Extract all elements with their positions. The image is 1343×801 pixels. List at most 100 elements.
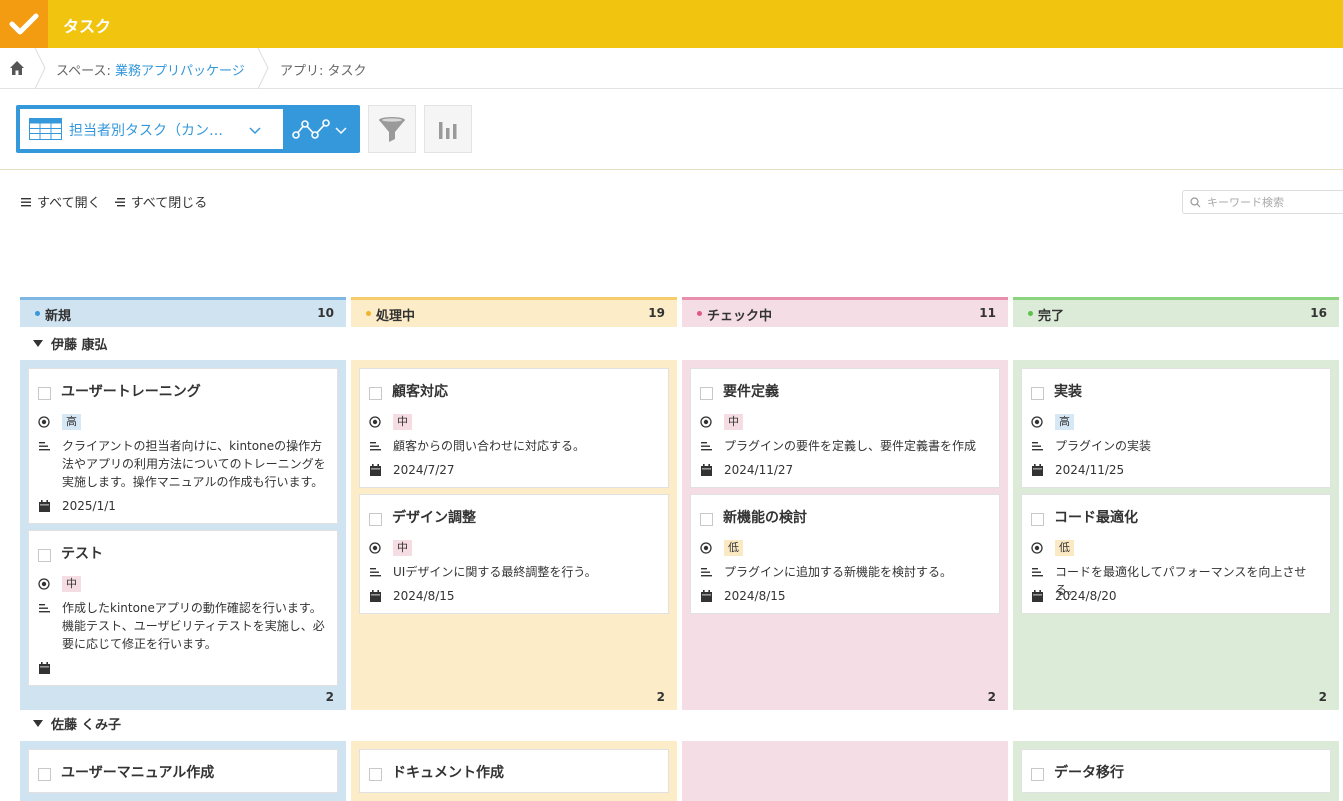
- expand-all-button[interactable]: すべて開く: [20, 192, 101, 211]
- task-card[interactable]: データ移行: [1021, 749, 1331, 793]
- card-title[interactable]: 顧客対応: [392, 381, 448, 401]
- breadcrumb-space[interactable]: スペース: 業務アプリパッケージ: [56, 60, 245, 79]
- priority-badge: 低: [724, 540, 743, 556]
- task-card[interactable]: 要件定義中プラグインの要件を定義し、要件定義書を作成 2024/11/27: [690, 368, 1000, 488]
- card-priority: 中: [368, 413, 412, 431]
- task-card[interactable]: 実装高プラグインの実装 2024/11/25: [1021, 368, 1331, 488]
- column-name: 処理中: [376, 309, 416, 324]
- task-card[interactable]: 新機能の検討低プラグインに追加する新機能を検討する。 2024/8/15: [690, 494, 1000, 614]
- card-checkbox[interactable]: [1031, 387, 1044, 400]
- card-title[interactable]: データ移行: [1054, 762, 1124, 782]
- description-text: 顧客からの問い合わせに対応する。: [393, 439, 586, 453]
- triangle-down-icon: [33, 340, 43, 347]
- card-priority: 低: [699, 539, 743, 557]
- priority-badge: 中: [62, 576, 81, 592]
- card-date: 2025/1/1: [37, 497, 116, 515]
- priority-icon: [1030, 413, 1044, 431]
- card-title[interactable]: コード最適化: [1054, 507, 1138, 527]
- task-card[interactable]: ユーザートレーニング高クライアントの担当者向けに、kintoneの操作方法やアプ…: [28, 368, 338, 524]
- task-card[interactable]: コード最適化低コードを最適化してパフォーマンスを向上させる。 2024/8/20: [1021, 494, 1331, 614]
- date-text: 2024/11/27: [724, 463, 794, 477]
- card-date: [37, 659, 62, 677]
- swimlane-name: 伊藤 康弘: [51, 338, 108, 353]
- chevron-down-icon[interactable]: [334, 123, 348, 137]
- column-name: 完了: [1038, 309, 1065, 324]
- task-card[interactable]: ユーザーマニュアル作成: [28, 749, 338, 793]
- card-checkbox[interactable]: [369, 513, 382, 526]
- card-description: プラグインの実装: [1030, 437, 1325, 455]
- breadcrumb-space-link[interactable]: 業務アプリパッケージ: [115, 64, 245, 79]
- card-title[interactable]: 新機能の検討: [723, 507, 807, 527]
- graph-chart-button[interactable]: [424, 105, 472, 153]
- card-title[interactable]: 要件定義: [723, 381, 779, 401]
- task-card[interactable]: 顧客対応中顧客からの問い合わせに対応する。 2024/7/27: [359, 368, 669, 488]
- card-title[interactable]: ドキュメント作成: [392, 762, 504, 782]
- swimlane-column: 実装高プラグインの実装 2024/11/25 コード最適化低コードを最適化してパフォ…: [1013, 360, 1339, 710]
- calendar-icon: [1030, 587, 1044, 605]
- card-priority: 高: [37, 413, 81, 431]
- app-check-icon[interactable]: [0, 0, 48, 48]
- card-checkbox[interactable]: [369, 387, 382, 400]
- filter-icon: [379, 117, 405, 142]
- keyword-search[interactable]: [1182, 190, 1343, 214]
- collapse-all-button[interactable]: すべて閉じる: [114, 192, 207, 211]
- column-count: 11: [979, 306, 996, 320]
- swimlane-toggle[interactable]: 佐藤 くみ子: [33, 714, 121, 733]
- card-checkbox[interactable]: [700, 387, 713, 400]
- task-card[interactable]: テスト中作成したkintoneアプリの動作確認を行います。機能テスト、ユーザビリ…: [28, 530, 338, 686]
- card-title[interactable]: ユーザートレーニング: [61, 381, 201, 401]
- calendar-icon: [699, 461, 713, 479]
- description-text: UIデザインに関する最終調整を行う。: [393, 565, 597, 579]
- column-count: 10: [317, 306, 334, 320]
- breadcrumb-separator-icon: [257, 48, 269, 89]
- card-title[interactable]: 実装: [1054, 381, 1082, 401]
- card-checkbox[interactable]: [1031, 513, 1044, 526]
- date-text: 2024/8/15: [393, 589, 455, 603]
- card-date: 2024/7/27: [368, 461, 455, 479]
- priority-badge: 中: [724, 414, 743, 430]
- expand-all-label: すべて開く: [37, 196, 101, 211]
- filter-button[interactable]: [368, 105, 416, 153]
- card-title[interactable]: ユーザーマニュアル作成: [61, 762, 214, 782]
- task-card[interactable]: デザイン調整中 UIデザインに関する最終調整を行う。 2024/8/15: [359, 494, 669, 614]
- view-dropdown[interactable]: 担当者別タスク（カン…: [20, 109, 283, 149]
- card-checkbox[interactable]: [38, 549, 51, 562]
- priority-icon: [1030, 539, 1044, 557]
- card-title[interactable]: テスト: [61, 543, 103, 563]
- swimlane-column: 顧客対応中顧客からの問い合わせに対応する。 2024/7/27 デザイン調整 中 UIデ…: [351, 360, 677, 710]
- breadcrumb-app[interactable]: アプリ: タスク: [280, 60, 367, 79]
- swimlane-count: 2: [987, 690, 996, 704]
- status-dot-icon: [366, 311, 371, 316]
- task-card[interactable]: ドキュメント作成: [359, 749, 669, 793]
- card-date: 2024/8/20: [1030, 587, 1117, 605]
- priority-icon: [37, 413, 51, 431]
- swimlane-toggle[interactable]: 伊藤 康弘: [33, 334, 108, 353]
- view-selector[interactable]: 担当者別タスク（カン…: [16, 105, 360, 153]
- bar-chart-icon: [439, 122, 457, 139]
- breadcrumb-app-name: タスク: [327, 64, 367, 79]
- status-dot-icon: [35, 311, 40, 316]
- column-header-1: 新規 10: [20, 297, 346, 327]
- description-icon: [1030, 563, 1044, 581]
- search-input[interactable]: [1207, 194, 1343, 210]
- home-icon[interactable]: [9, 60, 25, 80]
- card-checkbox[interactable]: [700, 513, 713, 526]
- triangle-down-icon: [33, 720, 43, 727]
- date-text: 2024/8/20: [1055, 589, 1117, 603]
- description-icon: [368, 437, 382, 455]
- expand-collapse-bar: すべて開く すべて閉じる: [20, 192, 216, 212]
- card-checkbox[interactable]: [369, 768, 382, 781]
- card-checkbox[interactable]: [1031, 768, 1044, 781]
- description-text: クライアントの担当者向けに、kintoneの操作方法やアプリの利用方法についての…: [62, 439, 326, 489]
- card-priority: 高: [1030, 413, 1074, 431]
- swimlane-count: 2: [656, 690, 665, 704]
- card-date: 2024/11/25: [1030, 461, 1124, 479]
- priority-badge: 高: [1055, 414, 1074, 430]
- collapse-list-icon: [114, 197, 125, 206]
- column-name: チェック中: [707, 309, 773, 324]
- card-checkbox[interactable]: [38, 768, 51, 781]
- description-icon: [1030, 437, 1044, 455]
- card-title[interactable]: デザイン調整: [392, 507, 476, 527]
- card-checkbox[interactable]: [38, 387, 51, 400]
- graph-icon[interactable]: [291, 115, 333, 143]
